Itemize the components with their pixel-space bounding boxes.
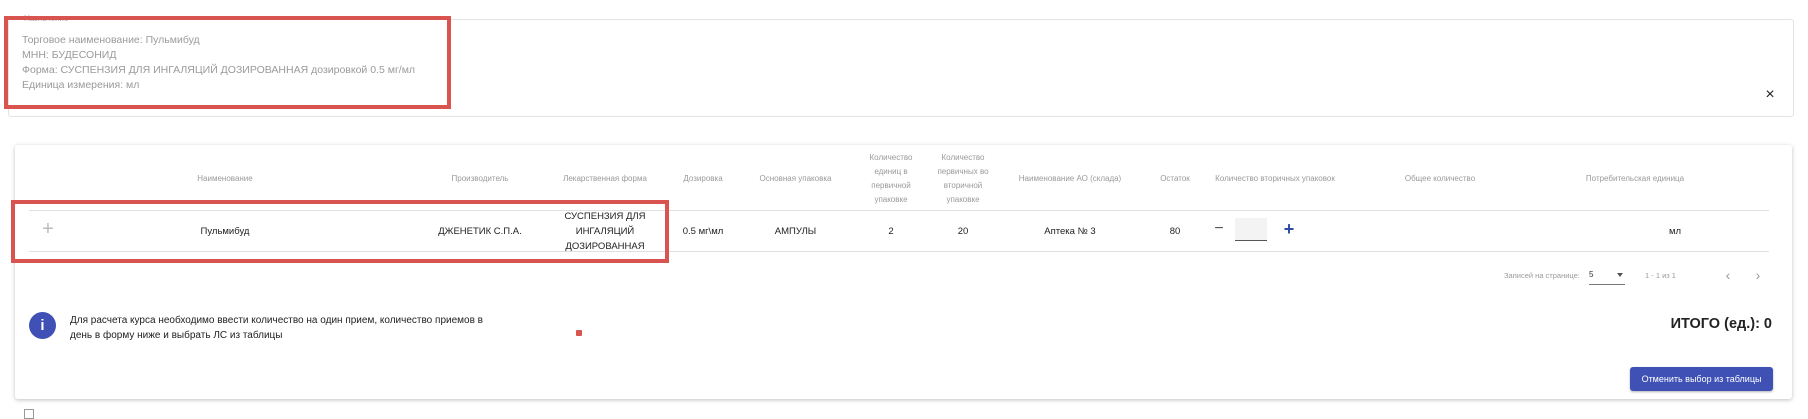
course-calc-notice: Для расчета курса необходимо ввести коли…	[70, 315, 483, 341]
trade-name-line: Торговое наименование: Пульмибуд	[22, 34, 200, 46]
form-line: Форма: СУСПЕНЗИЯ ДЛЯ ИНГАЛЯЦИЙ ДОЗИРОВАН…	[22, 64, 416, 76]
col-header-secondary-count: Количество вторичных упаковок	[1215, 174, 1335, 183]
cancel-selection-button[interactable]: Отменить выбор из таблицы	[1630, 367, 1773, 391]
col-header-main-pack: Основная упаковка	[759, 174, 832, 183]
col-header-stock: Остаток	[1160, 174, 1190, 183]
annotation-marker	[576, 330, 582, 336]
col-header-pharmacy: Наименование АО (склада)	[1018, 174, 1122, 183]
cell-manufacturer[interactable]: ДЖЕНЕТИК С.П.А.	[430, 211, 530, 251]
cell-pharmacy[interactable]: Аптека № 3	[1005, 211, 1135, 251]
col-header-manufacturer: Производитель	[451, 174, 509, 183]
cell-stock[interactable]: 80	[1155, 211, 1195, 251]
pagination-range: 1 - 1 из 1	[1645, 271, 1676, 280]
cell-name[interactable]: Пульмибуд	[170, 211, 280, 251]
col-header-primary-in-secondary: Количество первичных во вторичной упаков…	[937, 153, 989, 204]
rows-per-page-value: 5	[1589, 270, 1594, 279]
col-header-consumer-unit: Потребительская единица	[1585, 174, 1685, 183]
rows-per-page-label: Записей на странице:	[1504, 271, 1580, 280]
expand-row-icon[interactable]: +	[38, 219, 58, 239]
checkbox[interactable]	[24, 409, 34, 419]
decrement-button[interactable]: −	[1211, 220, 1227, 238]
cell-total-count	[1385, 211, 1495, 251]
secondary-quantity-input[interactable]	[1235, 218, 1267, 241]
col-header-dosage: Дозировка	[683, 174, 723, 183]
dropdown-arrow-icon	[1617, 273, 1623, 277]
chevron-right-icon[interactable]: ›	[1751, 266, 1765, 284]
rows-per-page-select[interactable]: 5	[1589, 266, 1625, 285]
info-icon: i	[29, 312, 56, 339]
cell-main-pack[interactable]: АМПУЛЫ	[748, 211, 843, 251]
col-header-total-count: Общее количество	[1404, 174, 1476, 183]
cell-consumer-unit[interactable]: мл	[1620, 211, 1730, 251]
chevron-left-icon[interactable]: ‹	[1721, 266, 1735, 284]
col-header-units-in-primary: Количество единиц в первичной упаковке	[869, 153, 913, 204]
cell-dosage-form[interactable]: СУСПЕНЗИЯ ДЛЯ ИНГАЛЯЦИЙ ДОЗИРОВАННАЯ	[560, 211, 650, 252]
unit-line: Единица измерения: мл	[22, 79, 140, 91]
increment-button[interactable]: +	[1281, 219, 1297, 239]
info-card-legend: Назначение	[22, 14, 71, 23]
total-units: ИТОГО (ед.): 0	[1670, 316, 1772, 332]
col-header-name: Наименование	[197, 174, 253, 183]
cell-dosage[interactable]: 0.5 мг\мл	[673, 211, 733, 251]
col-header-dosage-form: Лекарственная форма	[563, 174, 647, 183]
cell-primary-in-secondary[interactable]: 20	[932, 211, 994, 251]
inn-line: МНН: БУДЕСОНИД	[22, 49, 117, 61]
cell-units-in-primary[interactable]: 2	[860, 211, 922, 251]
close-icon[interactable]: ×	[1763, 87, 1777, 103]
table-row-divider	[29, 251, 1769, 252]
